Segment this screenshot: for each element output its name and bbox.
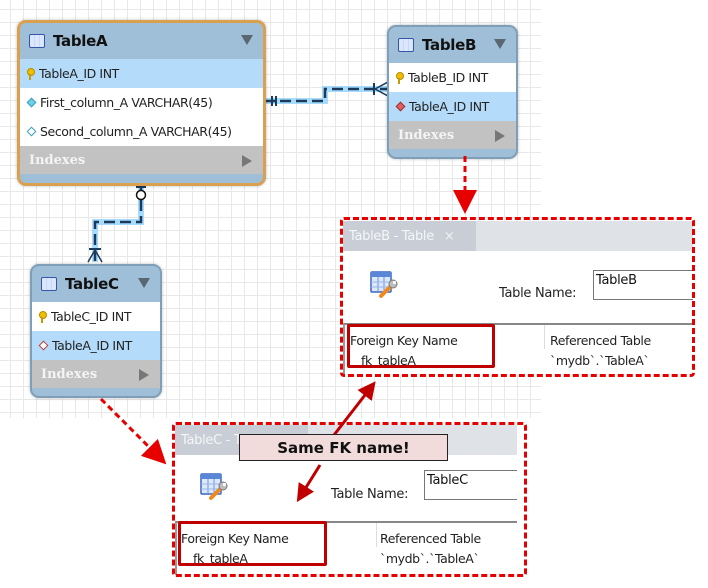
arrow-to-tablec-fk (296, 464, 322, 503)
dashed-arrow-to-tablec-panel (99, 397, 167, 465)
annotation-arrows (99, 156, 477, 503)
arrow-to-tableb-fk (332, 381, 376, 436)
same-fk-name-callout: Same FK name! (239, 434, 448, 461)
